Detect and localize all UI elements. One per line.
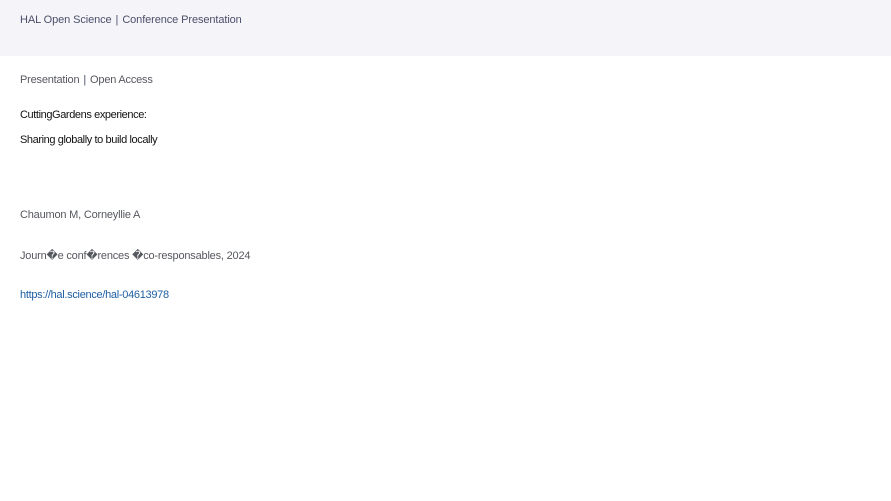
type-separator: | xyxy=(83,74,87,86)
record-type: Presentation xyxy=(20,74,80,86)
record-link[interactable]: https://hal.science/hal-04613978 xyxy=(20,289,169,301)
title-line-1: CuttingGardens experience: xyxy=(20,109,147,121)
access-badge: Open Access xyxy=(90,74,153,86)
document-kind: Conference Presentation xyxy=(122,14,242,26)
header-separator: | xyxy=(115,14,119,26)
header-title: HAL Open Science | Conference Presentation xyxy=(20,14,242,26)
site-name[interactable]: HAL Open Science xyxy=(20,14,112,26)
top-header-bar: HAL Open Science | Conference Presentation xyxy=(0,0,891,56)
record-type-line: Presentation | Open Access xyxy=(20,74,153,86)
venue: Journ�e conf�rences �co-responsables, 20… xyxy=(20,250,251,262)
title-line-2: Sharing globally to build locally xyxy=(20,134,158,146)
authors: Chaumon M, Corneyllie A xyxy=(20,209,141,221)
